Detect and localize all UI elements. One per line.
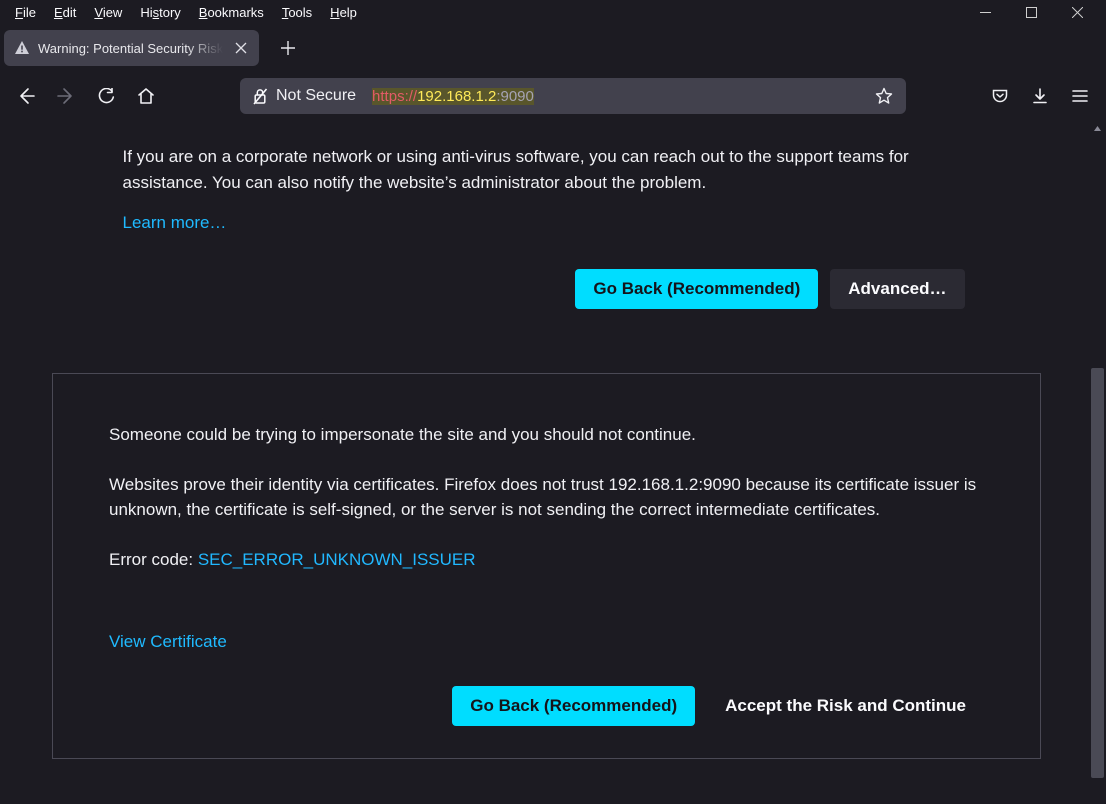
cert-explanation: Websites prove their identity via certif… xyxy=(109,472,984,523)
advanced-button-row: Go Back (Recommended) Accept the Risk an… xyxy=(109,686,984,726)
security-indicator[interactable]: Not Secure xyxy=(244,83,364,109)
menu-file[interactable]: File xyxy=(6,3,45,22)
pocket-button[interactable] xyxy=(982,78,1018,114)
nav-toolbar: Not Secure https://192.168.1.2:9090 xyxy=(0,72,1106,120)
tab-title: Warning: Potential Security Risk xyxy=(38,41,223,56)
url-protocol: https:// xyxy=(372,88,417,105)
accept-risk-button[interactable]: Accept the Risk and Continue xyxy=(707,686,984,726)
url-port: :9090 xyxy=(496,88,534,105)
menu-edit[interactable]: Edit xyxy=(45,3,85,22)
learn-more-link[interactable]: Learn more… xyxy=(123,213,227,232)
menubar: File Edit View History Bookmarks Tools H… xyxy=(0,0,1106,24)
lock-warning-icon xyxy=(252,87,270,105)
primary-button-row: Go Back (Recommended) Advanced… xyxy=(123,269,965,309)
go-back-button[interactable]: Go Back (Recommended) xyxy=(575,269,818,309)
menu-help[interactable]: Help xyxy=(321,3,366,22)
minimize-button[interactable] xyxy=(962,0,1008,24)
warning-paragraph: If you are on a corporate network or usi… xyxy=(123,144,965,195)
advanced-details-box: Someone could be trying to impersonate t… xyxy=(52,373,1041,759)
impersonate-warning: Someone could be trying to impersonate t… xyxy=(109,422,984,448)
home-button[interactable] xyxy=(128,78,164,114)
view-certificate-link[interactable]: View Certificate xyxy=(109,632,227,651)
forward-button[interactable] xyxy=(48,78,84,114)
tab-strip: Warning: Potential Security Risk xyxy=(0,24,1106,72)
back-button[interactable] xyxy=(8,78,44,114)
warning-triangle-icon xyxy=(14,40,30,56)
address-bar[interactable]: Not Secure https://192.168.1.2:9090 xyxy=(240,78,906,114)
browser-window: File Edit View History Bookmarks Tools H… xyxy=(0,0,1106,804)
menu-tools[interactable]: Tools xyxy=(273,3,321,22)
url-host: 192.168.1.2 xyxy=(417,88,496,105)
close-window-button[interactable] xyxy=(1054,0,1100,24)
tab-close-button[interactable] xyxy=(233,40,249,56)
reload-button[interactable] xyxy=(88,78,124,114)
menu-view[interactable]: View xyxy=(85,3,131,22)
go-back-button-2[interactable]: Go Back (Recommended) xyxy=(452,686,695,726)
scroll-up-arrow[interactable] xyxy=(1089,120,1106,137)
menu-history[interactable]: History xyxy=(131,3,189,22)
downloads-button[interactable] xyxy=(1022,78,1058,114)
error-code-label: Error code: xyxy=(109,550,198,569)
menu-bookmarks[interactable]: Bookmarks xyxy=(190,3,273,22)
error-code-value[interactable]: SEC_ERROR_UNKNOWN_ISSUER xyxy=(198,550,476,569)
url-text: https://192.168.1.2:9090 xyxy=(372,88,534,105)
new-tab-button[interactable] xyxy=(271,31,305,65)
content-area: If you are on a corporate network or usi… xyxy=(0,120,1106,804)
not-secure-label: Not Secure xyxy=(276,87,356,105)
maximize-button[interactable] xyxy=(1008,0,1054,24)
window-controls xyxy=(962,0,1100,24)
vertical-scrollbar[interactable] xyxy=(1089,120,1106,804)
page-content: If you are on a corporate network or usi… xyxy=(0,120,1089,804)
advanced-button[interactable]: Advanced… xyxy=(830,269,964,309)
scrollbar-thumb[interactable] xyxy=(1091,368,1104,778)
bookmark-star-button[interactable] xyxy=(870,82,898,110)
error-code-line: Error code: SEC_ERROR_UNKNOWN_ISSUER xyxy=(109,547,984,573)
browser-tab-warning[interactable]: Warning: Potential Security Risk xyxy=(4,30,259,66)
app-menu-button[interactable] xyxy=(1062,78,1098,114)
